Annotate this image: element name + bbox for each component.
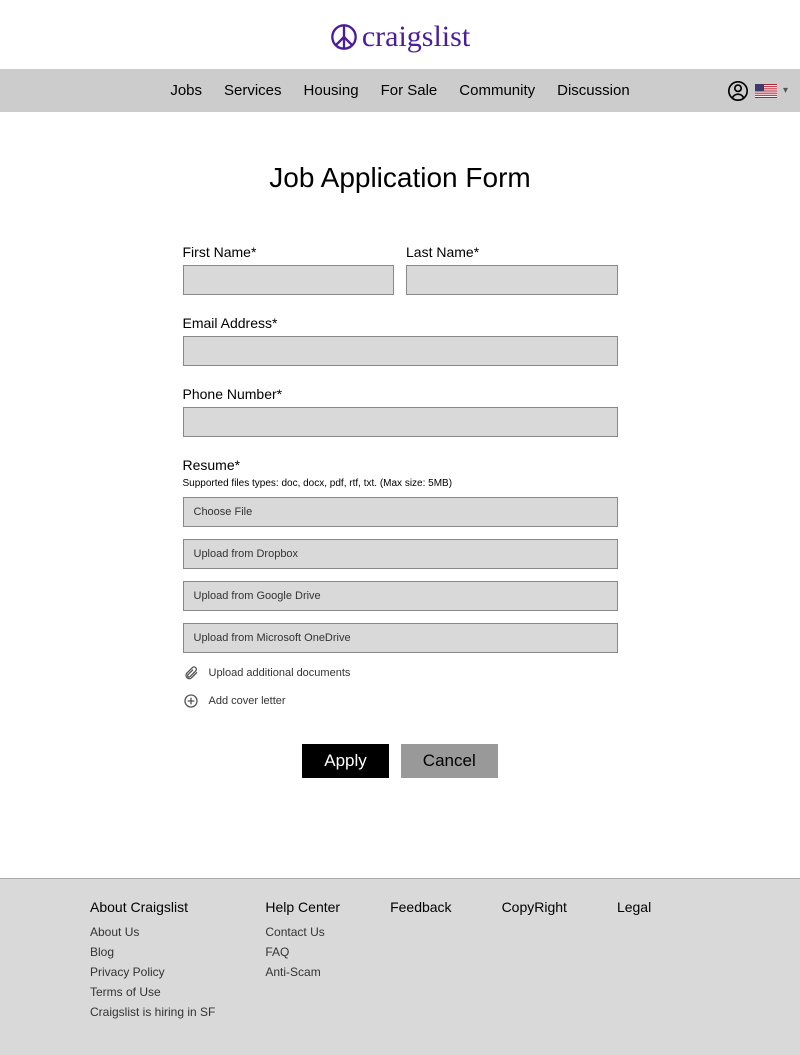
footer-link-antiscam[interactable]: Anti-Scam	[265, 965, 340, 979]
account-icon[interactable]	[727, 80, 749, 102]
peace-icon	[330, 23, 358, 51]
footer-link-contact[interactable]: Contact Us	[265, 925, 340, 939]
chevron-down-icon[interactable]: ▾	[783, 85, 788, 96]
last-name-input[interactable]	[406, 265, 618, 295]
footer-link-privacy[interactable]: Privacy Policy	[90, 965, 215, 979]
cover-letter-option[interactable]: Add cover letter	[183, 693, 618, 709]
cancel-button[interactable]: Cancel	[401, 744, 498, 778]
nav-items: Jobs Services Housing For Sale Community…	[170, 82, 629, 99]
flag-us-icon[interactable]	[755, 84, 777, 98]
apply-button[interactable]: Apply	[302, 744, 389, 778]
email-group: Email Address*	[183, 315, 618, 366]
footer-link-blog[interactable]: Blog	[90, 945, 215, 959]
footer-heading-about: About Craigslist	[90, 899, 215, 915]
first-name-label: First Name*	[183, 244, 395, 260]
footer-feedback[interactable]: Feedback	[390, 899, 451, 915]
footer-link-hiring[interactable]: Craigslist is hiring in SF	[90, 1005, 215, 1019]
logo-text: craigslist	[362, 20, 470, 54]
footer-copyright[interactable]: CopyRight	[502, 899, 567, 915]
email-input[interactable]	[183, 336, 618, 366]
cover-letter-text: Add cover letter	[209, 695, 286, 707]
nav-item-forsale[interactable]: For Sale	[381, 82, 438, 99]
nav-item-discussion[interactable]: Discussion	[557, 82, 630, 99]
footer-col-about: About Craigslist About Us Blog Privacy P…	[90, 899, 215, 1025]
first-name-group: First Name*	[183, 244, 395, 295]
phone-label: Phone Number*	[183, 386, 618, 402]
last-name-label: Last Name*	[406, 244, 618, 260]
phone-input[interactable]	[183, 407, 618, 437]
footer-col-legal: Legal	[617, 899, 651, 1025]
form-container: First Name* Last Name* Email Address* Ph…	[183, 244, 618, 778]
first-name-input[interactable]	[183, 265, 395, 295]
nav-item-jobs[interactable]: Jobs	[170, 82, 202, 99]
additional-docs-option[interactable]: Upload additional documents	[183, 665, 618, 681]
footer-col-help: Help Center Contact Us FAQ Anti-Scam	[265, 899, 340, 1025]
additional-docs-text: Upload additional documents	[209, 667, 351, 679]
nav-bar: Jobs Services Housing For Sale Community…	[0, 69, 800, 112]
resume-hint: Supported files types: doc, docx, pdf, r…	[183, 478, 618, 489]
footer-col-copyright: CopyRight	[502, 899, 567, 1025]
upload-onedrive-button[interactable]: Upload from Microsoft OneDrive	[183, 623, 618, 653]
footer-link-faq[interactable]: FAQ	[265, 945, 340, 959]
footer-col-feedback: Feedback	[390, 899, 451, 1025]
nav-right: ▾	[727, 80, 788, 102]
footer-legal[interactable]: Legal	[617, 899, 651, 915]
email-label: Email Address*	[183, 315, 618, 331]
footer-heading-help: Help Center	[265, 899, 340, 915]
page-title: Job Application Form	[0, 162, 800, 194]
phone-group: Phone Number*	[183, 386, 618, 437]
footer-inner: About Craigslist About Us Blog Privacy P…	[90, 899, 710, 1025]
form-actions: Apply Cancel	[183, 744, 618, 778]
nav-item-community[interactable]: Community	[459, 82, 535, 99]
main: Job Application Form First Name* Last Na…	[0, 112, 800, 838]
footer-link-terms[interactable]: Terms of Use	[90, 985, 215, 999]
header: craigslist	[0, 0, 800, 69]
nav-item-housing[interactable]: Housing	[304, 82, 359, 99]
last-name-group: Last Name*	[406, 244, 618, 295]
upload-gdrive-button[interactable]: Upload from Google Drive	[183, 581, 618, 611]
footer-link-aboutus[interactable]: About Us	[90, 925, 215, 939]
nav-item-services[interactable]: Services	[224, 82, 282, 99]
plus-circle-icon	[183, 693, 199, 709]
paperclip-icon	[183, 665, 199, 681]
choose-file-button[interactable]: Choose File	[183, 497, 618, 527]
resume-label: Resume*	[183, 457, 618, 473]
upload-dropbox-button[interactable]: Upload from Dropbox	[183, 539, 618, 569]
resume-section: Resume* Supported files types: doc, docx…	[183, 457, 618, 709]
logo[interactable]: craigslist	[330, 20, 470, 54]
footer: About Craigslist About Us Blog Privacy P…	[0, 878, 800, 1055]
